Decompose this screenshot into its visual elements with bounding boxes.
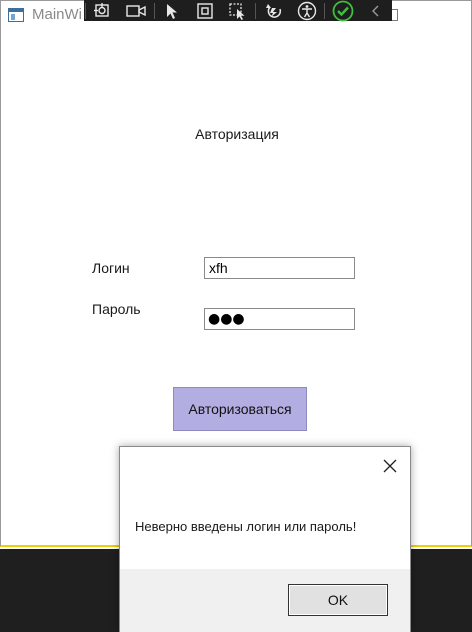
toolbar-separator bbox=[255, 2, 257, 19]
toolbar-separator bbox=[153, 2, 155, 19]
ok-button[interactable]: OK bbox=[288, 584, 388, 616]
select-pointer-icon[interactable] bbox=[156, 0, 189, 21]
dialog-message: Неверно введены логин или пароль! bbox=[135, 519, 357, 534]
error-dialog: Неверно введены логин или пароль! OK bbox=[119, 446, 411, 632]
toolbar-grip bbox=[85, 2, 86, 19]
track-focus-icon[interactable] bbox=[222, 0, 255, 21]
hot-reload-icon[interactable] bbox=[257, 0, 290, 21]
password-input[interactable]: ●●● bbox=[204, 308, 355, 330]
window-app-icon bbox=[8, 8, 24, 22]
close-icon bbox=[383, 459, 397, 473]
window-title: MainWi bbox=[32, 6, 83, 23]
login-input[interactable] bbox=[204, 257, 355, 279]
auth-title: Авторизация bbox=[195, 126, 279, 142]
select-element-icon[interactable] bbox=[87, 0, 120, 21]
collapse-chevron-icon[interactable] bbox=[359, 0, 392, 21]
login-button[interactable]: Авторизоваться bbox=[173, 387, 307, 431]
debug-toolbar bbox=[84, 0, 392, 21]
login-label: Логин bbox=[92, 260, 130, 276]
dialog-close-button[interactable] bbox=[378, 455, 402, 477]
toolbar-separator bbox=[324, 2, 326, 19]
checkmark-icon[interactable] bbox=[326, 0, 359, 21]
video-capture-icon[interactable] bbox=[120, 0, 153, 21]
accessibility-icon[interactable] bbox=[290, 0, 323, 21]
layout-adorner-icon[interactable] bbox=[189, 0, 222, 21]
password-label: Пароль bbox=[92, 301, 141, 317]
dialog-footer: OK bbox=[120, 569, 410, 632]
